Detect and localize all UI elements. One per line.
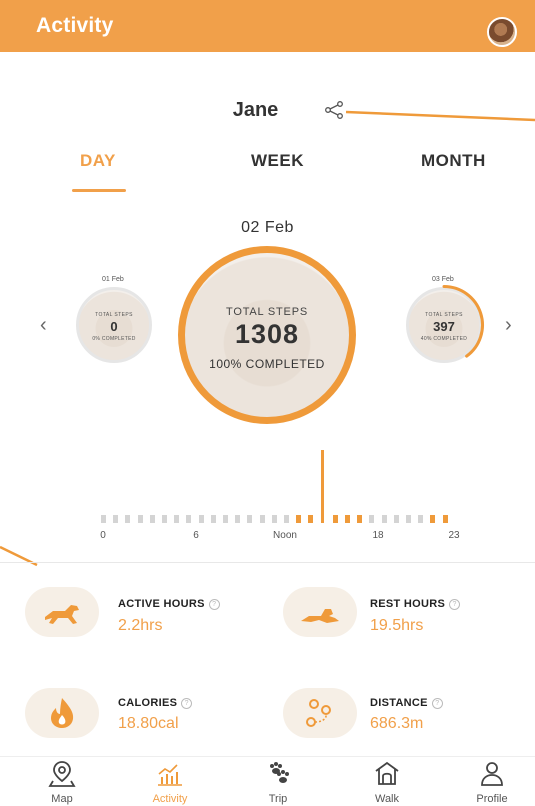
hourly-bar (210, 514, 216, 523)
active-hours-value: 2.2hrs (118, 617, 163, 634)
user-name: Jane (232, 99, 279, 121)
dog-house-icon (375, 761, 399, 785)
nav-walk-label: Walk (374, 793, 400, 805)
resting-dog-icon (283, 587, 357, 637)
hourly-bar (430, 514, 436, 523)
hourly-bar (113, 514, 119, 523)
hourly-bar (137, 514, 143, 523)
nav-trip-label: Trip (268, 793, 288, 805)
hourly-bar (418, 514, 424, 523)
map-pin-icon (48, 761, 76, 787)
hourly-bar (406, 514, 411, 523)
hourly-bar (442, 514, 448, 523)
hourly-bar (345, 514, 350, 523)
nav-activity[interactable]: Activity (130, 757, 210, 806)
hourly-bar (162, 514, 167, 523)
tick-label-noon: Noon (273, 530, 297, 541)
hourly-bar (393, 514, 399, 523)
app-screen: Activity Jane DAY WEEK MONTH 02 Feb 01 F… (0, 0, 535, 806)
hourly-bar (332, 514, 338, 523)
help-icon[interactable]: ? (181, 698, 193, 709)
nav-map-label: Map (51, 793, 73, 805)
running-dog-icon (25, 587, 99, 637)
current-day-circle: TOTAL STEPS 1308 100% COMPLETED (178, 246, 356, 424)
page-title: Activity (36, 14, 114, 37)
previous-day-circle[interactable]: TOTAL STEPS 0 0% COMPLETED (76, 287, 152, 363)
active-tab-indicator (72, 189, 126, 192)
previous-day-date: 01 Feb (102, 276, 124, 283)
calories-title: CALORIES? (118, 697, 193, 709)
hourly-bar (101, 514, 106, 523)
current-day-steps: 1308 (234, 319, 300, 349)
tab-week[interactable]: WEEK (251, 151, 304, 171)
tick-label-0: 0 (100, 530, 106, 541)
tick-label-23: 23 (448, 530, 460, 541)
nav-trip[interactable]: Trip (238, 757, 318, 806)
distance-value: 686.3m (370, 715, 424, 732)
share-icon[interactable] (324, 101, 344, 119)
previous-day-completed: 0% COMPLETED (92, 336, 136, 342)
hourly-bar (259, 514, 265, 523)
chart-icon (158, 764, 182, 786)
hourly-bar (320, 450, 324, 523)
paw-icon (270, 762, 289, 783)
next-day-date: 03 Feb (432, 276, 454, 283)
hourly-bar (174, 514, 180, 523)
nav-walk[interactable]: Walk (347, 757, 427, 806)
hourly-bar (284, 514, 289, 523)
current-day-completed: 100% COMPLETED (209, 357, 325, 371)
next-day-arrow-icon[interactable]: › (505, 314, 512, 337)
tick-label-18: 18 (372, 530, 384, 541)
active-hours-title: ACTIVE HOURS? (118, 598, 220, 610)
previous-day-steps: 0 (110, 319, 118, 334)
profile-avatar[interactable] (487, 17, 517, 47)
hourly-bar (369, 514, 375, 523)
previous-day-arrow-icon[interactable]: ‹ (40, 314, 47, 337)
hourly-bar (223, 514, 228, 523)
current-day-steps-label: TOTAL STEPS (226, 306, 308, 318)
bottom-nav: Map Activity Trip Walk Profile (0, 756, 535, 806)
route-icon (283, 688, 357, 738)
hourly-bar (125, 514, 131, 523)
help-icon[interactable]: ? (449, 599, 461, 610)
hourly-bar (235, 514, 241, 523)
hourly-bar (357, 514, 363, 523)
nav-profile-label: Profile (476, 793, 508, 805)
rest-hours-title: REST HOURS? (370, 598, 461, 610)
app-header: Activity (0, 0, 535, 52)
tab-day[interactable]: DAY (80, 151, 116, 171)
rest-hours-value: 19.5hrs (370, 617, 424, 634)
selected-date: 02 Feb (241, 219, 294, 236)
next-day-progress-ring (442, 285, 484, 358)
nav-profile[interactable]: Profile (452, 757, 532, 806)
person-icon (481, 762, 503, 786)
hourly-bar (186, 514, 192, 523)
help-icon[interactable]: ? (208, 599, 220, 610)
hourly-bar (381, 514, 387, 523)
help-icon[interactable]: ? (431, 698, 443, 709)
nav-map[interactable]: Map (22, 757, 102, 806)
distance-title: DISTANCE? (370, 697, 443, 709)
tick-label-6: 6 (193, 530, 199, 541)
section-divider (0, 562, 535, 563)
nav-activity-label: Activity (152, 793, 188, 805)
hourly-bar (198, 514, 204, 523)
tab-month[interactable]: MONTH (421, 151, 486, 171)
hourly-bar (271, 514, 277, 523)
hourly-bar (308, 514, 314, 523)
flame-icon (25, 688, 99, 738)
hourly-bar (149, 514, 155, 523)
hourly-bar (296, 514, 302, 523)
previous-day-steps-label: TOTAL STEPS (95, 312, 133, 318)
hourly-bar (247, 514, 253, 523)
calories-value: 18.80cal (118, 715, 179, 732)
